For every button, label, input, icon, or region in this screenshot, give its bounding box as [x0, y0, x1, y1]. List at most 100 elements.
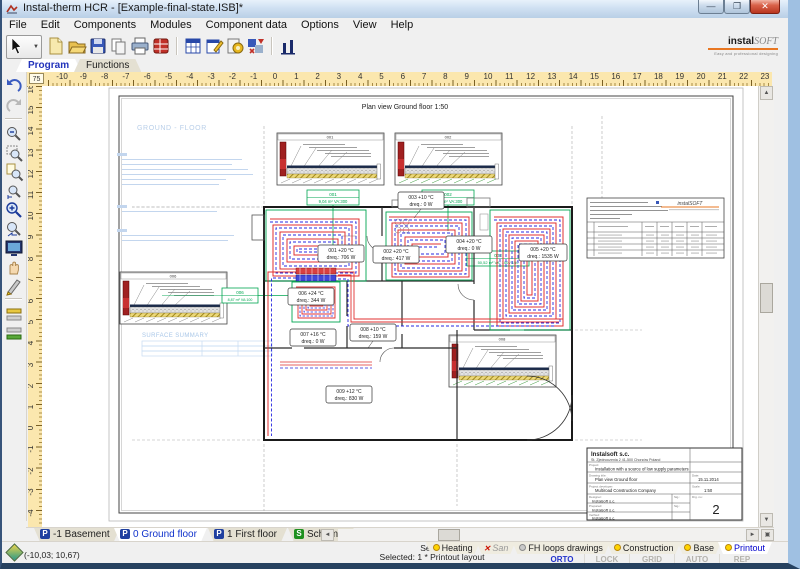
layer-tab-base[interactable]: Base [677, 542, 721, 554]
manifold-table[interactable]: instalSOFT [587, 198, 724, 258]
floor-detail-002[interactable]: 002 [395, 133, 502, 185]
horizontal-scrollbar[interactable] [338, 529, 744, 541]
full-screen-button[interactable] [4, 238, 24, 257]
pan-hand-button[interactable] [4, 257, 24, 276]
save-button[interactable] [88, 36, 108, 56]
room-label-009[interactable]: 009 +12 °Cdreq.: 830 W [326, 386, 372, 403]
menu-components[interactable]: Components [67, 18, 143, 32]
toggle-auto[interactable]: AUTO [674, 554, 719, 565]
database-button[interactable] [151, 36, 171, 56]
svg-text:001: 001 [327, 135, 334, 140]
minimize-button[interactable]: — [698, 0, 724, 14]
redo-button[interactable] [4, 96, 24, 115]
menu-file[interactable]: File [2, 18, 34, 32]
toggle-rep[interactable]: REP [719, 554, 764, 565]
layer-tab-san[interactable]: ✕San [477, 542, 516, 554]
new-file-button[interactable] [46, 36, 66, 56]
floor-tab-basement[interactable]: P-1 Basement [34, 528, 120, 542]
zoom-out-button[interactable] [4, 124, 24, 143]
svg-text:dreq.: 344 W: dreq.: 344 W [297, 298, 326, 304]
svg-text:dreq.: 830 W: dreq.: 830 W [335, 396, 364, 402]
split-view-button[interactable]: ▣ [761, 529, 774, 541]
print-button[interactable] [130, 36, 150, 56]
room-label-006[interactable]: 006 +24 °Cdreq.: 344 W [288, 288, 334, 305]
floor-detail-008[interactable]: 008 [449, 335, 556, 387]
svg-text:dreq.: 706 W: dreq.: 706 W [327, 255, 356, 261]
menu-edit[interactable]: Edit [34, 18, 67, 32]
bulb-on-icon [725, 544, 732, 551]
toggle-orto[interactable]: ORTO [540, 554, 584, 565]
layer-tab-fh-loops[interactable]: FH loops drawings [512, 542, 610, 554]
statistics-button[interactable] [278, 36, 298, 56]
tab-scroll-left-arrow[interactable]: ◄ [321, 529, 334, 541]
toggle-lock[interactable]: LOCK [584, 554, 629, 565]
tab-program[interactable]: Program [16, 59, 81, 72]
copy-button[interactable] [109, 36, 129, 56]
menu-help[interactable]: Help [384, 18, 421, 32]
svg-text:006: 006 [170, 274, 177, 279]
vertical-scrollbar[interactable]: ▲ ▼ [758, 86, 774, 527]
svg-text:dreq.: 0 W: dreq.: 0 W [301, 339, 324, 345]
layer-tab-heating[interactable]: Heating [426, 542, 480, 554]
svg-text:002: 002 [444, 192, 452, 197]
zoom-previous-button[interactable] [4, 219, 24, 238]
floor-detail-001[interactable]: 001 [277, 133, 384, 185]
side-separator [5, 118, 22, 120]
transfer-button[interactable] [246, 36, 266, 56]
close-button[interactable]: ✕ [750, 0, 780, 14]
component-data-button[interactable] [225, 36, 245, 56]
format-brush-button[interactable] [4, 276, 24, 295]
undo-button[interactable] [4, 76, 24, 95]
toggle-grid[interactable]: GRID [629, 554, 674, 565]
calculation-table-button[interactable] [183, 36, 203, 56]
toolbar-separator [176, 37, 178, 55]
svg-text:dreq.: 417 W: dreq.: 417 W [382, 256, 411, 262]
zoom-window-button[interactable] [4, 143, 24, 162]
svg-text:dreq.: 0 W: dreq.: 0 W [457, 246, 480, 252]
tb-address: St. Zjednoczenia 2 41-500 Chorzów Poland [591, 458, 660, 462]
drawing-area[interactable]: Plan view Ground floor 1:50 GROUND - FLO… [42, 86, 772, 527]
edit-table-button[interactable] [204, 36, 224, 56]
ruler-origin-box[interactable]: 75 [29, 73, 44, 84]
zoom-in-button[interactable] [4, 200, 24, 219]
tb-developer: Multiroad Construction Company [595, 488, 657, 493]
scroll-up-arrow[interactable]: ▲ [760, 86, 773, 100]
plan-badge-icon: P [120, 529, 130, 539]
v-ruler: 161514131211109876543210-1-2-3-4 [28, 86, 43, 527]
layer-tab-printout[interactable]: Printout [718, 542, 772, 554]
menu-component-data[interactable]: Component data [199, 18, 294, 32]
title-bar[interactable]: Instal-therm HCR - [Example-final-state.… [2, 0, 788, 19]
open-file-button[interactable] [67, 36, 87, 56]
tab-functions[interactable]: Functions [74, 59, 141, 72]
side-separator [5, 298, 22, 300]
floor-tab-first-floor[interactable]: P1 First floor [208, 528, 287, 542]
layer-up-button[interactable] [4, 304, 24, 323]
manifold-table-brand: instalSOFT [677, 201, 703, 207]
printout-layout[interactable]: Plan view Ground floor 1:50 GROUND - FLO… [42, 86, 772, 527]
room-label-005[interactable]: 005 +20 °Cdreq.: 1535 W [519, 244, 567, 261]
select-tool-button[interactable]: ▼ [6, 35, 42, 59]
title-block[interactable]: Instalsoft s.c. St. Zjednoczenia 2 41-50… [587, 448, 742, 521]
menu-modules[interactable]: Modules [143, 18, 199, 32]
ruler-corner: 75 [26, 72, 48, 87]
floor-detail-006[interactable]: 006 [120, 272, 227, 324]
horizontal-scroll-thumb[interactable] [438, 529, 460, 541]
layer-tab-construction[interactable]: Construction [607, 542, 681, 554]
layer-down-button[interactable] [4, 323, 24, 342]
menu-options[interactable]: Options [294, 18, 346, 32]
vertical-scroll-thumb[interactable] [760, 283, 773, 313]
bulb-on-icon [433, 544, 440, 551]
svg-text:008: 008 [499, 337, 506, 342]
room-label-004[interactable]: 004 +20 °Cdreq.: 0 W [446, 236, 492, 253]
maximize-button[interactable]: ❐ [724, 0, 750, 14]
zoom-page-button[interactable] [4, 162, 24, 181]
scroll-down-arrow[interactable]: ▼ [760, 513, 773, 527]
room-label-001[interactable]: 001 +20 °Cdreq.: 706 W [318, 245, 364, 262]
room-label-002[interactable]: 002 +20 °Cdreq.: 417 W [373, 246, 419, 263]
floor-tab-ground-floor[interactable]: P0 Ground floor [114, 528, 207, 542]
room-label-007[interactable]: 007 +16 °Cdreq.: 0 W [290, 329, 336, 346]
menu-view[interactable]: View [346, 18, 384, 32]
drawing-title: Plan view Ground floor 1:50 [362, 104, 448, 111]
scroll-right-arrow[interactable]: ► [746, 529, 759, 541]
zoom-selection-button[interactable] [4, 181, 24, 200]
